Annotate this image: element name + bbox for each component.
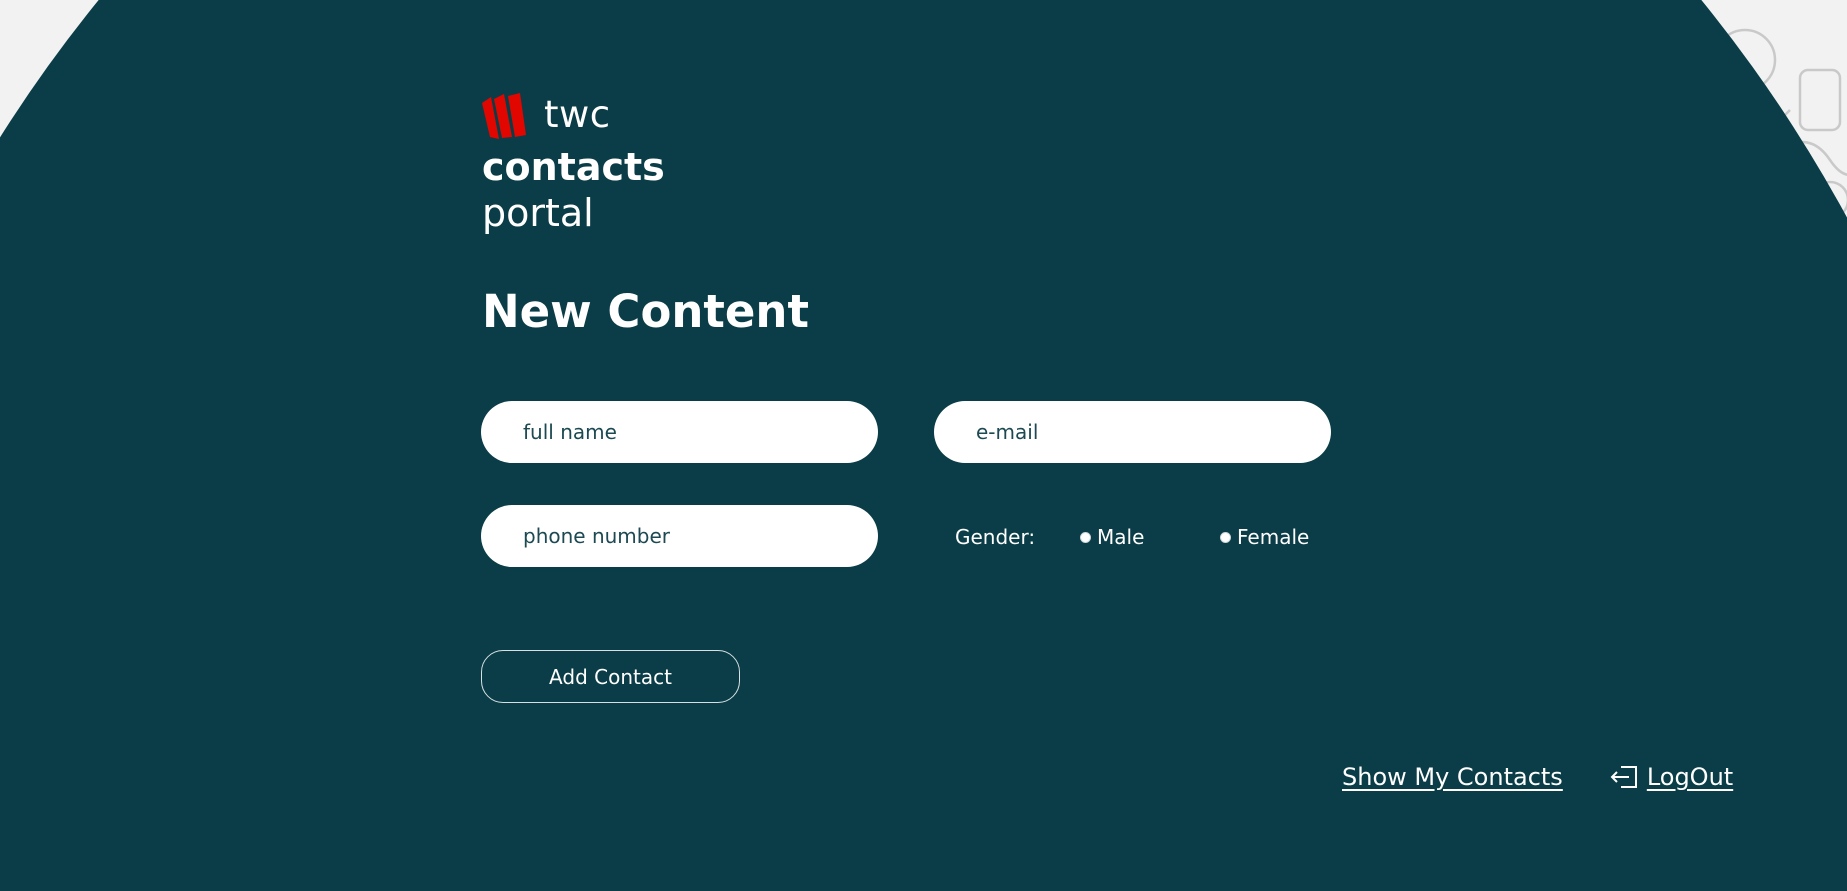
gender-selector: Gender: Male Female: [955, 522, 1309, 552]
logout-link-group[interactable]: LogOut: [1609, 763, 1733, 791]
add-contact-button[interactable]: Add Contact: [481, 650, 740, 703]
show-my-contacts-link[interactable]: Show My Contacts: [1342, 763, 1563, 791]
phone-number-input[interactable]: [481, 505, 878, 567]
female-radio-button[interactable]: [1220, 531, 1231, 543]
brand-line-contacts: contacts: [482, 145, 665, 189]
page-content: twc contacts portal New Content Gender: …: [0, 0, 1847, 891]
logout-link[interactable]: LogOut: [1647, 763, 1733, 791]
female-option-label: Female: [1237, 525, 1310, 549]
male-option-label: Male: [1097, 525, 1145, 549]
male-radio-button[interactable]: [1080, 531, 1091, 543]
full-name-input[interactable]: [481, 401, 878, 463]
gender-option-male[interactable]: Male: [1080, 525, 1220, 549]
logout-icon[interactable]: [1609, 764, 1639, 790]
page-title: New Content: [482, 285, 809, 338]
twc-logo-icon: [482, 93, 526, 139]
brand-line-portal: portal: [482, 191, 594, 235]
gender-option-female[interactable]: Female: [1220, 525, 1309, 549]
brand-name: twc: [544, 93, 611, 136]
email-input[interactable]: [934, 401, 1331, 463]
footer-links: Show My Contacts LogOut: [1342, 760, 1733, 794]
gender-label: Gender:: [955, 525, 1036, 549]
